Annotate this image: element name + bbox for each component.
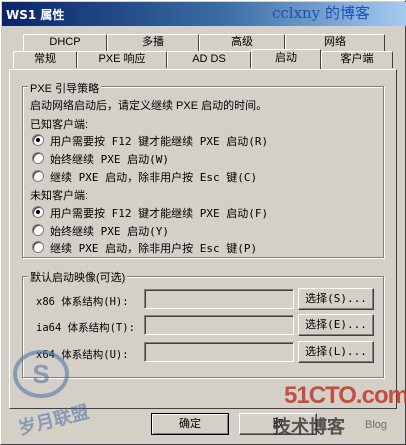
site-logo-subtitle: 技术博客 [273,417,345,438]
boot-image-group-title: 默认启动映像(可选) [28,269,128,285]
radio-button[interactable] [32,134,44,146]
svg-text:S: S [32,359,49,389]
x64-image-field[interactable] [144,342,294,362]
unknown-clients-label: 未知客户端: [30,190,89,202]
tab-dhcp[interactable]: DHCP [23,34,107,51]
window-title: WS1 属性 [6,8,65,22]
x64-select-button[interactable]: 选择(L)... [298,341,374,363]
x86-select-button[interactable]: 选择(S)... [298,288,374,310]
ok-button[interactable]: 确定 [151,413,229,435]
radio-button[interactable] [32,241,44,253]
properties-dialog: WS1 属性 cclxny 的博客 DHCP 多播 高级 网络 常规 PXE 响… [0,0,406,445]
radio-button[interactable] [32,152,44,164]
pxe-group-title: PXE 引导策略 [28,80,102,96]
site-logo-blog: Blog [365,419,388,431]
seal-text: 岁月联盟 [16,401,91,436]
site-logo: 51CTO.com [284,382,406,409]
x86-image-field[interactable] [144,289,294,309]
ia64-label: ia64 体系结构(T): [36,322,135,334]
x86-label: x86 体系结构(H): [36,296,129,308]
tab-boot[interactable]: 启动 [251,49,321,69]
known-clients-label: 已知客户端: [30,119,89,131]
tab-multicast[interactable]: 多播 [107,34,199,51]
seal-logo-icon: S 岁月联盟 [13,350,91,436]
blog-watermark: cclxny 的博客 [272,4,370,22]
radio-button[interactable] [32,224,44,236]
radio-button[interactable] [32,206,44,218]
tab-client[interactable]: 客户端 [321,51,393,68]
tab-general[interactable]: 常规 [13,51,77,68]
tab-pxe-response[interactable]: PXE 响应 [77,51,167,68]
ia64-select-button[interactable]: 选择(E)... [298,314,374,336]
ia64-image-field[interactable] [144,315,294,335]
pxe-description: 启动网络启动后，请定义继续 PXE 启动的时间。 [30,100,268,112]
radio-button[interactable] [32,170,44,182]
tab-ad-ds[interactable]: AD DS [167,51,251,68]
title-bar[interactable]: WS1 属性 cclxny 的博客 [2,2,406,26]
